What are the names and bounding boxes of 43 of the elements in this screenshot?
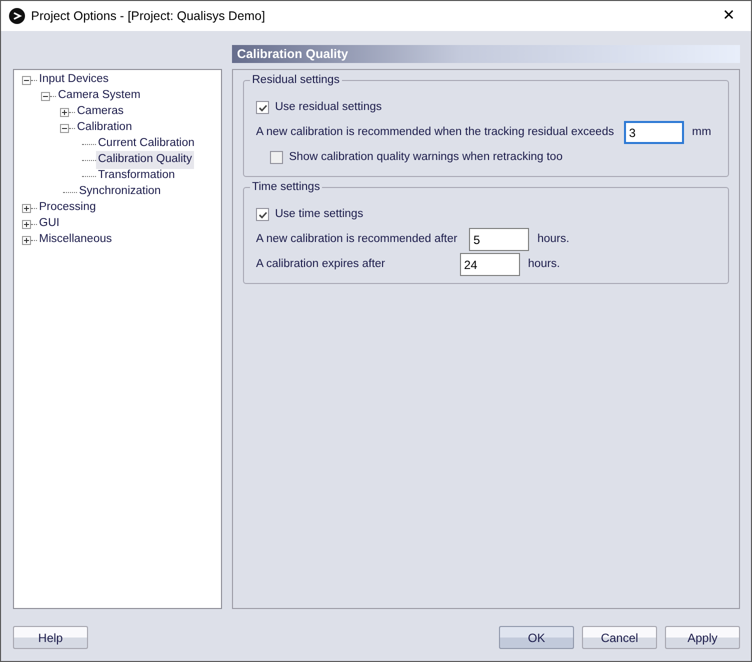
tree-item[interactable]: GUI: [37, 215, 62, 233]
app-logo-icon: [9, 8, 25, 24]
tree-item[interactable]: Transformation: [96, 167, 177, 185]
dialog-button[interactable]: Apply: [665, 626, 740, 649]
expand-icon[interactable]: [22, 204, 31, 212]
window-title: Project Options - [Project: Qualisys Demo]: [31, 8, 266, 25]
checkbox-label: Use time settings: [275, 206, 364, 222]
collapse-icon[interactable]: [60, 124, 69, 132]
expand-icon[interactable]: [60, 108, 69, 116]
close-button[interactable]: ✕: [707, 1, 751, 31]
page-header: Calibration Quality: [232, 45, 740, 63]
group-title: Time settings: [250, 180, 322, 194]
group-title: Residual settings: [250, 73, 342, 87]
tree-item[interactable]: Calibration Quality: [96, 151, 194, 169]
field-label: A calibration expires after: [256, 256, 386, 272]
tree-item[interactable]: Synchronization: [77, 183, 163, 201]
collapse-icon[interactable]: [41, 92, 50, 100]
input-field[interactable]: 5: [469, 228, 530, 251]
tree-item[interactable]: Processing: [37, 199, 98, 217]
tree-item[interactable]: Current Calibration: [96, 135, 197, 153]
dialog-button[interactable]: OK: [499, 626, 574, 649]
dialog-button[interactable]: Cancel: [582, 626, 657, 649]
input-field[interactable]: 24: [460, 253, 520, 276]
checkbox[interactable]: [256, 208, 269, 221]
checkbox-label: Use residual settings: [275, 100, 382, 115]
unit-label: hours.: [528, 256, 560, 272]
tree-item[interactable]: Miscellaneous: [37, 231, 114, 249]
field-label: A new calibration is recommended after: [256, 232, 458, 247]
checkbox-label: Show calibration quality warnings when retracking too: [289, 150, 563, 165]
field-label: A new calibration is recommended when the tracking residual exceeds: [256, 124, 614, 140]
tree-item[interactable]: Calibration: [75, 119, 134, 137]
checkbox[interactable]: [256, 101, 269, 114]
collapse-icon[interactable]: [22, 76, 31, 84]
tree-item[interactable]: Camera System: [56, 87, 142, 105]
unit-label: mm: [692, 124, 712, 140]
unit-label: hours.: [537, 232, 570, 247]
checkbox[interactable]: [270, 151, 283, 164]
expand-icon[interactable]: [22, 220, 31, 228]
tree-item[interactable]: Input Devices: [37, 71, 111, 89]
tree-item[interactable]: Cameras: [75, 103, 126, 121]
input-field[interactable]: 3: [624, 121, 684, 144]
dialog-button[interactable]: Help: [13, 626, 88, 649]
expand-icon[interactable]: [22, 236, 31, 244]
